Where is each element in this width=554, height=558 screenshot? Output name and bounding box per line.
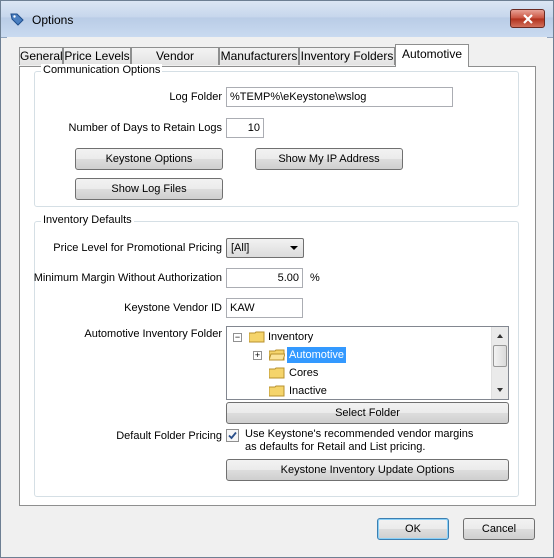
close-icon bbox=[523, 14, 533, 24]
log-folder-input[interactable]: %TEMP%\eKeystone\wslog bbox=[226, 87, 453, 107]
automotive-panel: Communication Options Log Folder %TEMP%\… bbox=[19, 64, 536, 506]
log-folder-label: Log Folder bbox=[169, 91, 222, 103]
default-pricing-text-2: as defaults for Retail and List pricing. bbox=[245, 441, 426, 453]
min-margin-label: Minimum Margin Without Authorization bbox=[33, 272, 222, 284]
dialog-client: General Price Levels Vendor Catalogs Man… bbox=[7, 37, 547, 551]
folder-label: Automotive Inventory Folder bbox=[84, 328, 222, 340]
min-margin-input[interactable]: 5.00 bbox=[226, 268, 303, 288]
scroll-up-icon[interactable] bbox=[492, 328, 508, 344]
tab-inventory-folders[interactable]: Inventory Folders bbox=[299, 47, 395, 65]
chevron-down-icon bbox=[290, 246, 298, 250]
collapse-icon[interactable]: − bbox=[233, 333, 242, 342]
days-to-retain-input[interactable]: 10 bbox=[226, 118, 264, 138]
cancel-button[interactable]: Cancel bbox=[463, 518, 535, 540]
price-level-label: Price Level for Promotional Pricing bbox=[53, 242, 222, 254]
inventory-update-options-button[interactable]: Keystone Inventory Update Options bbox=[226, 459, 509, 481]
default-pricing-text-1: Use Keystone's recommended vendor margin… bbox=[245, 428, 474, 440]
default-pricing-checkbox[interactable] bbox=[226, 429, 239, 442]
options-window: Options General Price Levels Vendor Cata… bbox=[0, 0, 554, 558]
communication-options-label: Communication Options bbox=[41, 64, 163, 76]
select-folder-button[interactable]: Select Folder bbox=[226, 402, 509, 424]
communication-options-group: Communication Options Log Folder %TEMP%\… bbox=[34, 64, 519, 207]
checkmark-icon bbox=[228, 431, 237, 440]
tab-general[interactable]: General bbox=[19, 47, 63, 65]
tab-automotive[interactable]: Automotive bbox=[395, 44, 469, 67]
scroll-thumb[interactable] bbox=[493, 345, 507, 367]
tree-label-inactive: Inactive bbox=[289, 385, 327, 397]
tree-scrollbar[interactable] bbox=[491, 327, 508, 399]
keystone-options-button[interactable]: Keystone Options bbox=[75, 148, 223, 170]
folder-icon bbox=[249, 331, 265, 343]
open-folder-icon bbox=[269, 349, 285, 361]
tree-label-inventory: Inventory bbox=[268, 331, 314, 343]
close-button[interactable] bbox=[510, 9, 545, 28]
price-level-value: [All] bbox=[231, 242, 250, 254]
window-title: Options bbox=[32, 13, 74, 27]
inventory-defaults-group: Inventory Defaults Price Level for Promo… bbox=[33, 214, 519, 497]
vendor-id-input[interactable]: KAW bbox=[226, 298, 303, 318]
app-tag-icon bbox=[10, 13, 24, 26]
vendor-id-label: Keystone Vendor ID bbox=[124, 302, 222, 314]
days-to-retain-label: Number of Days to Retain Logs bbox=[68, 122, 222, 134]
show-log-files-button[interactable]: Show Log Files bbox=[75, 178, 223, 200]
title-bar[interactable]: Options bbox=[1, 1, 553, 38]
tree-label-automotive: Automotive bbox=[287, 347, 347, 363]
tab-manufacturers[interactable]: Manufacturers bbox=[219, 47, 299, 65]
tab-vendor-catalogs[interactable]: Vendor Catalogs bbox=[131, 47, 219, 79]
expand-icon[interactable]: + bbox=[253, 351, 262, 360]
tree-label-cores: Cores bbox=[289, 367, 319, 379]
min-margin-unit: % bbox=[310, 272, 320, 284]
ok-button[interactable]: OK bbox=[377, 518, 449, 540]
show-ip-address-button[interactable]: Show My IP Address bbox=[255, 148, 403, 170]
tab-price-levels[interactable]: Price Levels bbox=[63, 47, 131, 65]
default-pricing-label: Default Folder Pricing bbox=[116, 430, 222, 442]
folder-icon bbox=[269, 385, 285, 397]
price-level-dropdown[interactable]: [All] bbox=[226, 238, 304, 258]
folder-icon bbox=[269, 367, 285, 379]
folder-tree[interactable]: − Inventory + Automotive Cores Inactive bbox=[226, 326, 509, 400]
inventory-defaults-label: Inventory Defaults bbox=[41, 214, 134, 226]
scroll-down-icon[interactable] bbox=[492, 382, 508, 398]
